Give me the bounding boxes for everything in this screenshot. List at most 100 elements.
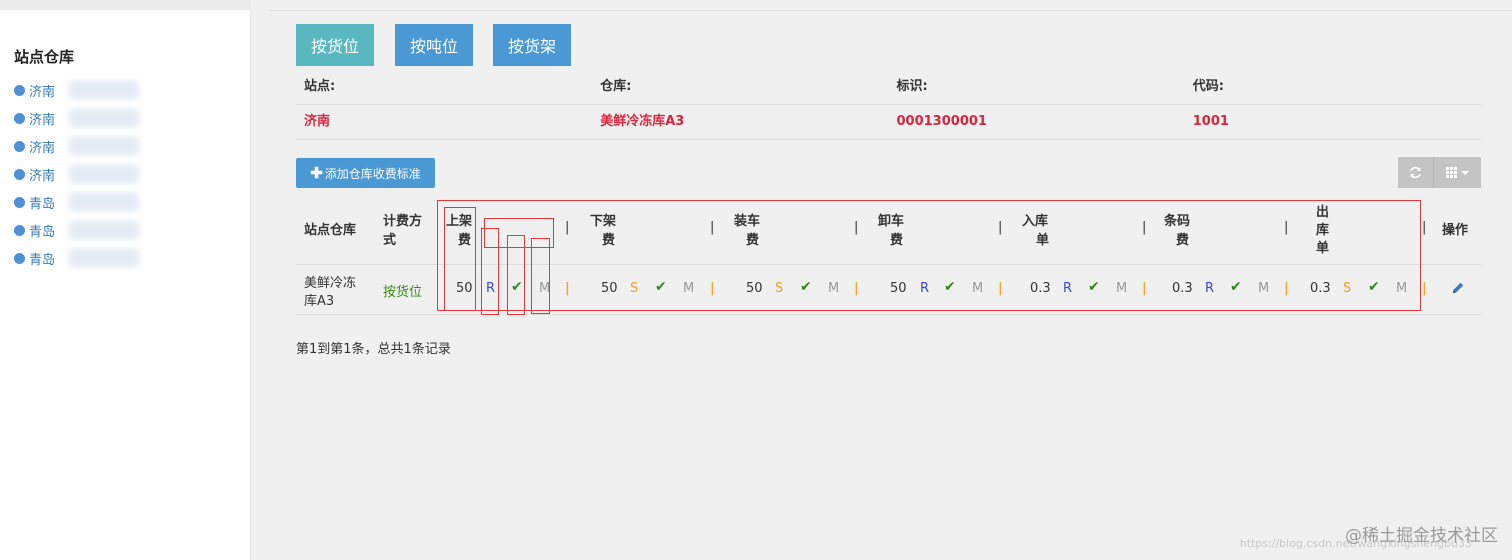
cell-separator: | [1422,281,1427,296]
main-panel: 按货位 按吨位 按货架 站点: 仓库: 标识: 代码: 济南 美鲜冷冻库A3 0… [251,0,1512,560]
check-icon: ✔ [1368,279,1380,295]
cell-load-letter: S [775,281,784,296]
info-code-header: 代码: [1192,79,1224,94]
tree-item-label: 济南 [29,112,56,128]
tree-item-jinan[interactable]: 济南 [14,160,140,188]
cell-up-value: 50 [456,281,473,296]
cell-site-warehouse-line2: 库A3 [304,294,335,309]
cell-out-m: M [1396,281,1408,296]
cell-in-value: 0.3 [1030,281,1051,296]
tree-item-label: 青岛 [29,252,56,268]
cell-separator: | [565,281,570,296]
blurred-text [69,193,140,211]
cell-barcode-m: M [1258,281,1270,296]
warehouse-tree: 济南 济南 济南 济南 青岛 青岛 青岛 [14,76,140,272]
by-ton-button[interactable]: 按吨位 [395,24,474,66]
cell-load-m: M [828,281,840,296]
col-load-line2: 费 [746,233,760,248]
table-header: 站点仓库 计费方 式 上架 费 | 下架 费 | 装车 费 | 卸车 费 | 入… [296,200,1481,265]
cell-in-m: M [1116,281,1128,296]
col-separator: | [854,220,859,235]
node-dot-icon [14,168,25,180]
cell-down-letter: S [630,281,639,296]
col-out-line1: 出 [1316,205,1330,220]
cell-site-warehouse-line1: 美鲜冷冻 [304,276,357,291]
node-dot-icon [14,84,25,96]
cell-billing-mode: 按货位 [383,285,423,300]
col-out-line2: 库 [1316,223,1330,238]
check-icon: ✔ [944,279,956,295]
cell-up-m: M [539,281,551,296]
cell-in-letter: R [1063,281,1073,296]
tree-item-jinan[interactable]: 济南 [14,104,140,132]
plus-icon: ✚ [310,165,323,182]
info-mark-header: 标识: [896,79,928,94]
info-header-row: 站点: 仓库: 标识: 代码: [296,70,1481,105]
blurred-text [69,221,140,239]
cell-separator: | [854,281,859,296]
add-fee-standard-button[interactable]: ✚ 添加仓库收费标准 [296,158,435,188]
tree-item-label: 济南 [29,168,56,184]
by-slot-button[interactable]: 按货位 [296,24,375,66]
col-separator: | [565,220,570,235]
caret-down-icon [1461,170,1469,175]
cell-barcode-value: 0.3 [1172,281,1193,296]
col-separator: | [1422,220,1427,235]
tree-item-label: 青岛 [29,196,56,212]
col-in-line2: 单 [1036,233,1050,248]
tree-item-jinan[interactable]: 济南 [14,76,140,104]
fee-table: 站点仓库 计费方 式 上架 费 | 下架 费 | 装车 费 | 卸车 费 | 入… [296,200,1481,315]
info-warehouse-value: 美鲜冷冻库A3 [600,114,685,129]
cell-barcode-letter: R [1205,281,1215,296]
by-shelf-button[interactable]: 按货架 [493,24,572,66]
pencil-icon [1452,282,1464,294]
tree-item-qingdao[interactable]: 青岛 [14,244,140,272]
cell-separator: | [1284,281,1289,296]
cell-unload-letter: R [920,281,930,296]
node-dot-icon [14,196,25,208]
blurred-text [69,81,140,99]
col-unload-line1: 卸车 [878,214,905,229]
table-row: 美鲜冷冻 库A3 按货位 50 R ✔ M | 50 S ✔ M | 50 S … [296,265,1481,315]
refresh-icon [1410,166,1421,179]
col-up-line2: 费 [458,233,472,248]
warehouse-info: 站点: 仓库: 标识: 代码: 济南 美鲜冷冻库A3 0001300001 10… [296,70,1481,140]
blurred-text [69,137,140,155]
check-icon: ✔ [1088,279,1100,295]
node-dot-icon [14,224,25,236]
info-site-header: 站点: [304,79,336,94]
col-site-warehouse: 站点仓库 [304,223,357,238]
tree-item-jinan[interactable]: 济南 [14,132,140,160]
cell-separator: | [998,281,1003,296]
info-warehouse-header: 仓库: [600,79,632,94]
col-separator: | [710,220,715,235]
table-toolbar [1398,157,1481,188]
grid-icon [1446,167,1457,178]
node-dot-icon [14,112,25,124]
sidebar-title: 站点仓库 [14,48,75,66]
cell-separator: | [1142,281,1147,296]
col-operations: 操作 [1442,223,1469,238]
tree-item-qingdao[interactable]: 青岛 [14,216,140,244]
blurred-text [69,165,140,183]
cell-up-letter: R [486,281,496,296]
tree-item-label: 青岛 [29,224,56,240]
tree-item-label: 济南 [29,140,56,156]
info-code-value: 1001 [1192,114,1229,129]
info-value-row: 济南 美鲜冷冻库A3 0001300001 1001 [296,105,1481,140]
cell-separator: | [710,281,715,296]
cell-out-letter: S [1343,281,1352,296]
pagination-info: 第1到第1条，总共1条记录 [296,342,451,357]
info-mark-value: 0001300001 [896,114,987,129]
info-site-value: 济南 [304,114,331,129]
blurred-text [69,109,140,127]
col-load-line1: 装车 [734,214,761,229]
columns-toggle-button[interactable] [1434,157,1481,188]
tree-item-qingdao[interactable]: 青岛 [14,188,140,216]
blurred-text [69,249,140,267]
edit-button[interactable] [1451,281,1465,299]
col-out-line3: 单 [1316,241,1330,256]
check-icon: ✔ [655,279,667,295]
col-billing-line2: 式 [383,233,397,248]
refresh-button[interactable] [1398,157,1434,188]
